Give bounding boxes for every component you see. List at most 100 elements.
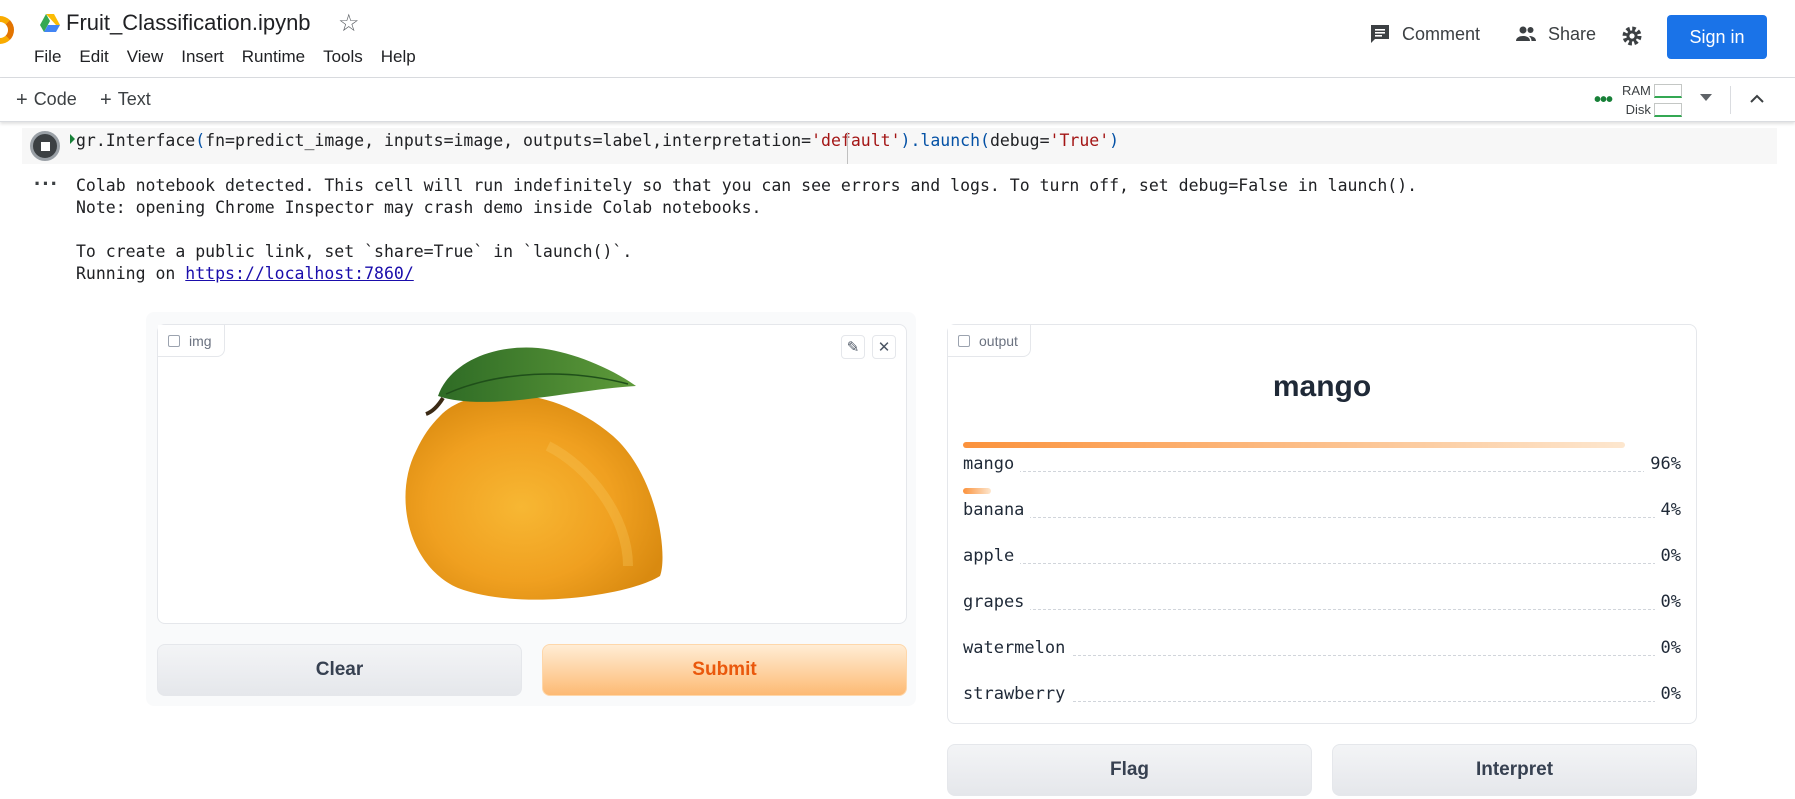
dotted-leader bbox=[963, 517, 1681, 518]
ram-meter bbox=[1654, 84, 1682, 98]
code-line[interactable]: gr.Interface(fn=predict_image, inputs=im… bbox=[76, 130, 1119, 152]
chart-icon bbox=[958, 334, 970, 347]
output-line: To create a public link, set `share=True… bbox=[76, 242, 633, 261]
dotted-leader bbox=[963, 609, 1681, 610]
menu-view[interactable]: View bbox=[127, 47, 172, 67]
resource-meters[interactable] bbox=[1654, 84, 1682, 122]
menu-help[interactable]: Help bbox=[381, 47, 424, 67]
image-tools: ✎ ✕ bbox=[841, 335, 896, 359]
dotted-leader bbox=[963, 471, 1681, 472]
stop-icon bbox=[40, 141, 50, 151]
mango-image bbox=[398, 326, 664, 602]
output-line: Note: opening Chrome Inspector may crash… bbox=[76, 198, 762, 217]
image-icon bbox=[168, 334, 180, 347]
code-token: fn=predict_image, inputs=image, outputs=… bbox=[205, 131, 812, 150]
confidence-row[interactable]: grapes 0% bbox=[963, 578, 1681, 624]
menu-tools[interactable]: Tools bbox=[323, 47, 371, 67]
people-icon bbox=[1516, 26, 1536, 41]
confidence-label: banana bbox=[963, 500, 1031, 520]
code-string: 'default' bbox=[811, 131, 901, 150]
share-label: Share bbox=[1548, 23, 1597, 44]
code-token: ( bbox=[195, 131, 206, 150]
add-code-label: Code bbox=[33, 89, 77, 109]
notebook-title[interactable]: Fruit_Classification.ipynb bbox=[66, 10, 311, 36]
confidence-percent: 0% bbox=[1654, 638, 1681, 658]
comment-button[interactable]: Comment bbox=[1368, 22, 1480, 46]
confidence-row[interactable]: banana 4% bbox=[963, 486, 1681, 532]
plus-icon: + bbox=[100, 88, 112, 111]
confidence-label: apple bbox=[963, 546, 1021, 566]
toolbar-divider bbox=[1730, 86, 1731, 114]
confidence-row[interactable]: strawberry 0% bbox=[963, 670, 1681, 716]
sign-in-button[interactable]: Sign in bbox=[1667, 15, 1767, 59]
output-line: Running on https://localhost:7860/ bbox=[76, 263, 1417, 285]
clear-button[interactable]: Clear bbox=[157, 644, 522, 696]
confidence-percent: 0% bbox=[1654, 592, 1681, 612]
code-token: ).launch( bbox=[900, 131, 990, 150]
confidence-label: watermelon bbox=[963, 638, 1072, 658]
output-actions-icon[interactable]: ··· bbox=[34, 173, 59, 195]
code-string: 'True' bbox=[1049, 131, 1110, 150]
confidence-label: grapes bbox=[963, 592, 1031, 612]
submit-button[interactable]: Submit bbox=[542, 644, 907, 696]
edit-icon[interactable]: ✎ bbox=[841, 335, 865, 359]
interpret-button[interactable]: Interpret bbox=[1332, 744, 1697, 796]
confidence-row[interactable]: apple 0% bbox=[963, 532, 1681, 578]
disk-label: Disk bbox=[1625, 102, 1651, 117]
output-tag: output bbox=[948, 325, 1031, 357]
star-icon[interactable]: ☆ bbox=[338, 9, 360, 38]
cell-output: Colab notebook detected. This cell will … bbox=[76, 175, 1417, 285]
confidence-row[interactable]: watermelon 0% bbox=[963, 624, 1681, 670]
predicted-label: mango bbox=[1272, 370, 1372, 403]
stop-cell-button[interactable] bbox=[30, 131, 60, 161]
confidence-percent: 96% bbox=[1644, 454, 1681, 474]
google-drive-icon[interactable] bbox=[40, 14, 60, 32]
confidence-row[interactable]: mango 96% bbox=[963, 440, 1681, 486]
localhost-link[interactable]: https://localhost:7860/ bbox=[185, 264, 413, 283]
comment-label: Comment bbox=[1402, 23, 1481, 44]
menu-insert[interactable]: Insert bbox=[181, 47, 232, 67]
dotted-leader bbox=[963, 563, 1681, 564]
confidence-bar bbox=[963, 488, 991, 494]
confidence-list: mango 96% banana 4% apple 0% grapes 0% water… bbox=[963, 440, 1681, 716]
runtime-status-dots-icon[interactable]: ••• bbox=[1594, 90, 1613, 110]
confidence-label: strawberry bbox=[963, 684, 1072, 704]
running-prefix: Running on bbox=[76, 264, 186, 283]
notebook-toolbar: + Code + Text ••• RAM Disk bbox=[0, 78, 1795, 122]
text-cursor bbox=[847, 132, 848, 164]
gear-icon bbox=[1622, 26, 1642, 46]
code-token: debug= bbox=[989, 131, 1050, 150]
output-label: output bbox=[979, 332, 1018, 349]
code-token: ) bbox=[1109, 131, 1120, 150]
confidence-percent: 4% bbox=[1654, 500, 1681, 520]
menu-runtime[interactable]: Runtime bbox=[242, 47, 313, 67]
menu-bar: File Edit View Insert Runtime Tools Help bbox=[34, 47, 434, 67]
confidence-bar bbox=[963, 442, 1626, 448]
confidence-percent: 0% bbox=[1654, 684, 1681, 704]
add-code-button[interactable]: + Code bbox=[16, 89, 77, 110]
comment-icon bbox=[1371, 25, 1389, 43]
add-text-label: Text bbox=[117, 89, 151, 109]
disk-meter bbox=[1654, 103, 1682, 117]
chevron-up-icon[interactable] bbox=[1748, 90, 1766, 108]
chevron-down-icon[interactable] bbox=[1700, 94, 1712, 101]
share-button[interactable]: Share bbox=[1514, 22, 1596, 46]
cell-caret-icon bbox=[70, 134, 75, 144]
output-line: Colab notebook detected. This cell will … bbox=[76, 176, 1418, 195]
menu-file[interactable]: File bbox=[34, 47, 69, 67]
close-icon[interactable]: ✕ bbox=[872, 335, 896, 359]
confidence-percent: 0% bbox=[1654, 546, 1681, 566]
header: Fruit_Classification.ipynb ☆ File Edit V… bbox=[0, 0, 1795, 78]
confidence-label: mango bbox=[963, 454, 1021, 474]
settings-button[interactable] bbox=[1620, 24, 1644, 48]
colab-logo[interactable] bbox=[0, 16, 14, 44]
plus-icon: + bbox=[16, 88, 28, 111]
image-input-label: img bbox=[189, 332, 212, 349]
add-text-button[interactable]: + Text bbox=[100, 89, 151, 110]
menu-edit[interactable]: Edit bbox=[79, 47, 116, 67]
flag-button[interactable]: Flag bbox=[947, 744, 1312, 796]
code-token: gr.Interface bbox=[76, 131, 196, 150]
resource-labels[interactable]: RAM Disk bbox=[1622, 81, 1651, 119]
image-input-tag: img bbox=[158, 325, 225, 357]
